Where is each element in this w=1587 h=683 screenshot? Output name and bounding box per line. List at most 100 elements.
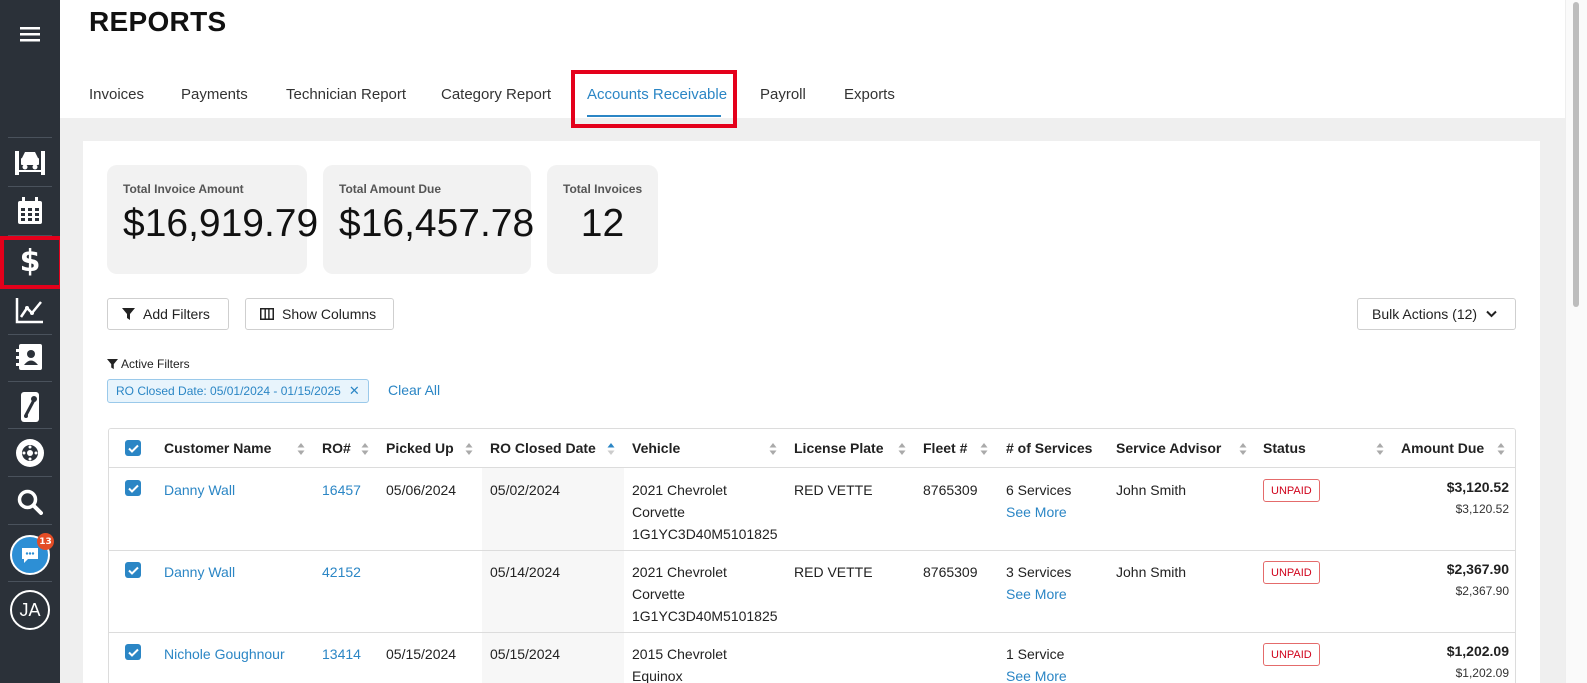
see-more-link[interactable]: See More	[1006, 665, 1067, 683]
column-header-service-advisor[interactable]: Service Advisor	[1116, 440, 1221, 456]
sort-icon[interactable]	[1376, 442, 1384, 456]
stat-value: 12	[580, 202, 625, 245]
divider	[8, 581, 52, 582]
show-columns-button[interactable]: Show Columns	[245, 298, 394, 330]
filter-chip-label: RO Closed Date: 05/01/2024 - 01/15/2025	[116, 384, 341, 398]
filter-chip-ro-closed-date: RO Closed Date: 05/01/2024 - 01/15/2025 …	[107, 379, 369, 403]
column-header-license-plate[interactable]: License Plate	[794, 440, 884, 456]
services-cell: 6 Services See More	[1006, 479, 1071, 523]
select-all-checkbox[interactable]	[125, 440, 141, 456]
avatar: JA	[10, 590, 50, 630]
chat-icon: 13	[10, 533, 54, 575]
tire-icon	[16, 439, 44, 467]
chevron-down-icon	[1486, 310, 1497, 318]
sort-icon[interactable]	[898, 442, 906, 456]
tab-payroll[interactable]: Payroll	[760, 86, 806, 103]
ro-closed-date: 05/02/2024	[490, 482, 561, 498]
table-row: Danny Wall 16457 05/06/2024 05/02/2024 2…	[109, 469, 1515, 551]
tab-category-report[interactable]: Category Report	[441, 86, 551, 103]
sort-icon[interactable]	[361, 442, 369, 456]
show-columns-label: Show Columns	[282, 306, 377, 322]
see-more-link[interactable]: See More	[1006, 501, 1071, 523]
row-checkbox[interactable]	[125, 644, 141, 660]
user-avatar-button[interactable]: JA	[0, 586, 60, 634]
customer-name-link[interactable]: Nichole Goughnour	[164, 643, 285, 665]
sidebar-item-tires[interactable]	[0, 429, 60, 477]
page-title: REPORTS	[89, 6, 227, 37]
menu-button[interactable]	[0, 10, 60, 58]
row-checkbox[interactable]	[125, 562, 141, 578]
stat-value: $16,919.79	[123, 202, 319, 245]
sort-icon[interactable]	[1497, 442, 1505, 456]
sort-icon[interactable]	[465, 442, 473, 456]
fleet-number: 8765309	[923, 564, 978, 580]
tab-invoices[interactable]: Invoices	[89, 86, 144, 103]
active-filters-label: Active Filters	[107, 357, 190, 371]
sidebar-item-contacts[interactable]	[0, 333, 60, 381]
column-header-customer-name[interactable]: Customer Name	[164, 440, 271, 456]
filter-icon	[122, 307, 135, 320]
vehicle-model: Corvette	[632, 586, 685, 602]
clear-all-filters-link[interactable]: Clear All	[388, 382, 440, 398]
sidebar: $ 13 JA	[0, 0, 60, 683]
vehicle-info: 2021 Chevrolet Corvette 1G1YC3D40M510182…	[632, 561, 778, 627]
amount-due: $3,120.52	[1446, 479, 1509, 495]
services-count: 3 Services	[1006, 564, 1072, 580]
inventory-tools-icon	[21, 392, 39, 422]
check-icon	[127, 484, 139, 493]
shop-lift-icon	[15, 151, 45, 175]
page-scrollbar[interactable]	[1565, 0, 1587, 683]
calendar-icon	[18, 197, 42, 224]
add-filters-label: Add Filters	[143, 306, 210, 322]
sidebar-item-inventory[interactable]	[0, 383, 60, 431]
ro-number-link[interactable]: 42152	[322, 561, 361, 583]
amount-total: $1,202.09	[1455, 666, 1509, 680]
vehicle-info: 2015 Chevrolet Equinox	[632, 643, 727, 683]
status-badge: UNPAID	[1263, 561, 1320, 584]
customer-name-link[interactable]: Danny Wall	[164, 561, 235, 583]
bulk-actions-dropdown[interactable]: Bulk Actions (12)	[1357, 298, 1516, 330]
license-plate: RED VETTE	[794, 482, 873, 498]
column-header-fleet-number[interactable]: Fleet #	[923, 440, 967, 456]
services-cell: 3 Services See More	[1006, 561, 1071, 605]
chat-button[interactable]: 13	[0, 531, 60, 579]
row-checkbox[interactable]	[125, 480, 141, 496]
columns-icon	[260, 308, 274, 320]
sidebar-item-search[interactable]	[0, 478, 60, 526]
menu-icon	[20, 27, 40, 42]
sidebar-item-calendar[interactable]	[0, 187, 60, 235]
see-more-link[interactable]: See More	[1006, 583, 1071, 605]
sort-icon[interactable]	[1239, 442, 1247, 456]
customer-name-link[interactable]: Danny Wall	[164, 479, 235, 501]
sidebar-item-shop[interactable]	[0, 138, 60, 186]
add-filters-button[interactable]: Add Filters	[107, 298, 229, 330]
tab-exports[interactable]: Exports	[844, 86, 895, 103]
remove-filter-icon[interactable]: ✕	[349, 383, 360, 399]
amount-total: $3,120.52	[1455, 502, 1509, 516]
column-header-amount-due[interactable]: Amount Due	[1401, 440, 1484, 456]
stat-label: Total Invoices	[563, 182, 643, 196]
tab-payments[interactable]: Payments	[181, 86, 248, 103]
sort-icon[interactable]	[980, 442, 988, 456]
tab-technician-report[interactable]: Technician Report	[286, 86, 406, 103]
stat-total-invoice-amount: Total Invoice Amount $16,919.79	[107, 165, 319, 274]
column-header-status[interactable]: Status	[1263, 440, 1306, 456]
ro-closed-date: 05/15/2024	[490, 646, 561, 662]
ro-closed-date: 05/14/2024	[490, 564, 561, 580]
column-header-picked-up[interactable]: Picked Up	[386, 440, 454, 456]
scrollbar-thumb[interactable]	[1573, 2, 1579, 307]
column-header-vehicle[interactable]: Vehicle	[632, 440, 680, 456]
services-count: 6 Services	[1006, 482, 1072, 498]
sort-ascending-icon[interactable]	[607, 442, 615, 456]
check-icon	[127, 444, 139, 453]
column-header-number-of-services[interactable]: # of Services	[1006, 440, 1092, 456]
sort-icon[interactable]	[297, 442, 305, 456]
reports-chart-icon	[15, 298, 43, 324]
ro-number-link[interactable]: 16457	[322, 479, 361, 501]
sidebar-item-analytics[interactable]	[0, 286, 60, 334]
column-header-ro-number[interactable]: RO#	[322, 440, 351, 456]
sort-icon[interactable]	[769, 442, 777, 456]
search-icon	[17, 489, 43, 515]
column-header-ro-closed-date[interactable]: RO Closed Date	[490, 440, 596, 456]
ro-number-link[interactable]: 13414	[322, 643, 361, 665]
